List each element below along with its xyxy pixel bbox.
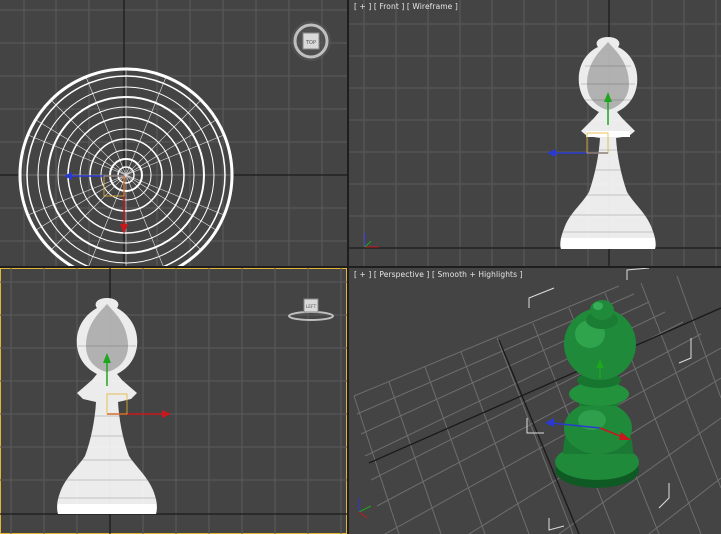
viewport-front-canvas bbox=[349, 0, 721, 266]
grid-major bbox=[349, 0, 721, 266]
viewport-label-front: [ + ] [ Front ] [ Wireframe ] bbox=[354, 2, 458, 11]
viewcube-top-face: TOP bbox=[305, 40, 316, 46]
viewcube-left-face: LEFT bbox=[306, 304, 317, 310]
viewport-perspective[interactable]: [ + ] [ Perspective ] [ Smooth + Highlig… bbox=[349, 268, 721, 534]
viewport-shading-label[interactable]: [ Wireframe ] bbox=[407, 2, 458, 11]
viewport-top[interactable]: TOP bbox=[0, 0, 347, 266]
viewport-front[interactable]: [ + ] [ Front ] [ Wireframe ] bbox=[349, 0, 721, 266]
viewcube-icon[interactable]: TOP bbox=[291, 21, 331, 61]
perspective-grid bbox=[353, 275, 721, 534]
viewport-menu-plus[interactable]: [ + ] bbox=[354, 270, 371, 279]
viewcube-icon[interactable]: LEFT bbox=[288, 298, 334, 321]
viewport-menu-plus[interactable]: [ + ] bbox=[354, 2, 371, 11]
viewport-pov-label[interactable]: [ Perspective ] bbox=[374, 270, 430, 279]
grid bbox=[0, 268, 347, 534]
viewport-left-canvas: LEFT bbox=[0, 268, 347, 534]
wireframe-object[interactable] bbox=[18, 67, 234, 266]
shaded-bishop[interactable] bbox=[555, 300, 639, 488]
axis-tripod-icon bbox=[358, 498, 372, 519]
grid-major bbox=[0, 268, 347, 534]
viewport-pov-label[interactable]: [ Front ] bbox=[374, 2, 405, 11]
grid bbox=[349, 0, 721, 266]
grid-major bbox=[368, 307, 721, 534]
viewport-top-canvas: TOP bbox=[0, 0, 347, 266]
viewport-shading-label[interactable]: [ Smooth + Highlights ] bbox=[432, 270, 523, 279]
viewport-perspective-canvas bbox=[353, 268, 721, 534]
axis-tripod-icon bbox=[364, 233, 379, 248]
viewport-label-perspective: [ + ] [ Perspective ] [ Smooth + Highlig… bbox=[354, 270, 523, 279]
viewport-left[interactable]: LEFT bbox=[0, 268, 347, 534]
